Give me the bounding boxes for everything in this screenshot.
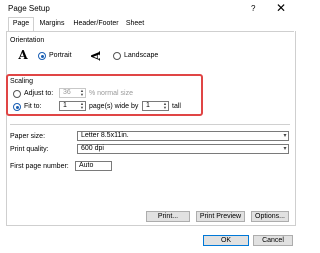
landscape-label[interactable]: Landscape xyxy=(124,52,158,59)
options-button[interactable]: Options... xyxy=(251,211,289,222)
paper-size-value: Letter 8.5x11in. xyxy=(81,132,129,139)
cancel-button[interactable]: Cancel xyxy=(253,235,293,246)
print-button[interactable]: Print... xyxy=(146,211,190,222)
first-page-label: First page number: xyxy=(10,163,69,170)
chevron-down-icon[interactable]: ▾ xyxy=(282,145,288,153)
print-quality-select[interactable]: 600 dpi ▾ xyxy=(77,144,289,154)
paper-size-label: Paper size: xyxy=(10,133,46,140)
print-quality-value: 600 dpi xyxy=(81,145,104,152)
portrait-radio[interactable] xyxy=(38,52,46,60)
tab-header-footer[interactable]: Header/Footer xyxy=(71,18,121,30)
section-separator xyxy=(10,124,290,125)
landscape-icon: A xyxy=(89,51,103,61)
portrait-label[interactable]: Portrait xyxy=(49,52,72,59)
print-preview-button[interactable]: Print Preview xyxy=(196,211,245,222)
landscape-radio[interactable] xyxy=(113,52,121,60)
tab-page[interactable]: Page xyxy=(8,17,34,32)
first-page-input[interactable]: Auto xyxy=(75,161,112,171)
dialog-title: Page Setup xyxy=(8,4,50,13)
tab-margins[interactable]: Margins xyxy=(37,18,67,30)
close-button[interactable]: ✕ xyxy=(276,1,286,15)
tab-sheet[interactable]: Sheet xyxy=(124,18,146,30)
ok-button[interactable]: OK xyxy=(203,235,249,246)
portrait-icon: A xyxy=(18,48,28,62)
scaling-highlight-box xyxy=(6,74,203,116)
orientation-heading: Orientation xyxy=(10,37,45,44)
help-button[interactable]: ? xyxy=(251,4,255,13)
chevron-down-icon[interactable]: ▾ xyxy=(282,132,288,140)
paper-size-select[interactable]: Letter 8.5x11in. ▾ xyxy=(77,131,289,141)
print-quality-label: Print quality: xyxy=(10,146,49,153)
tab-panel xyxy=(6,31,296,226)
